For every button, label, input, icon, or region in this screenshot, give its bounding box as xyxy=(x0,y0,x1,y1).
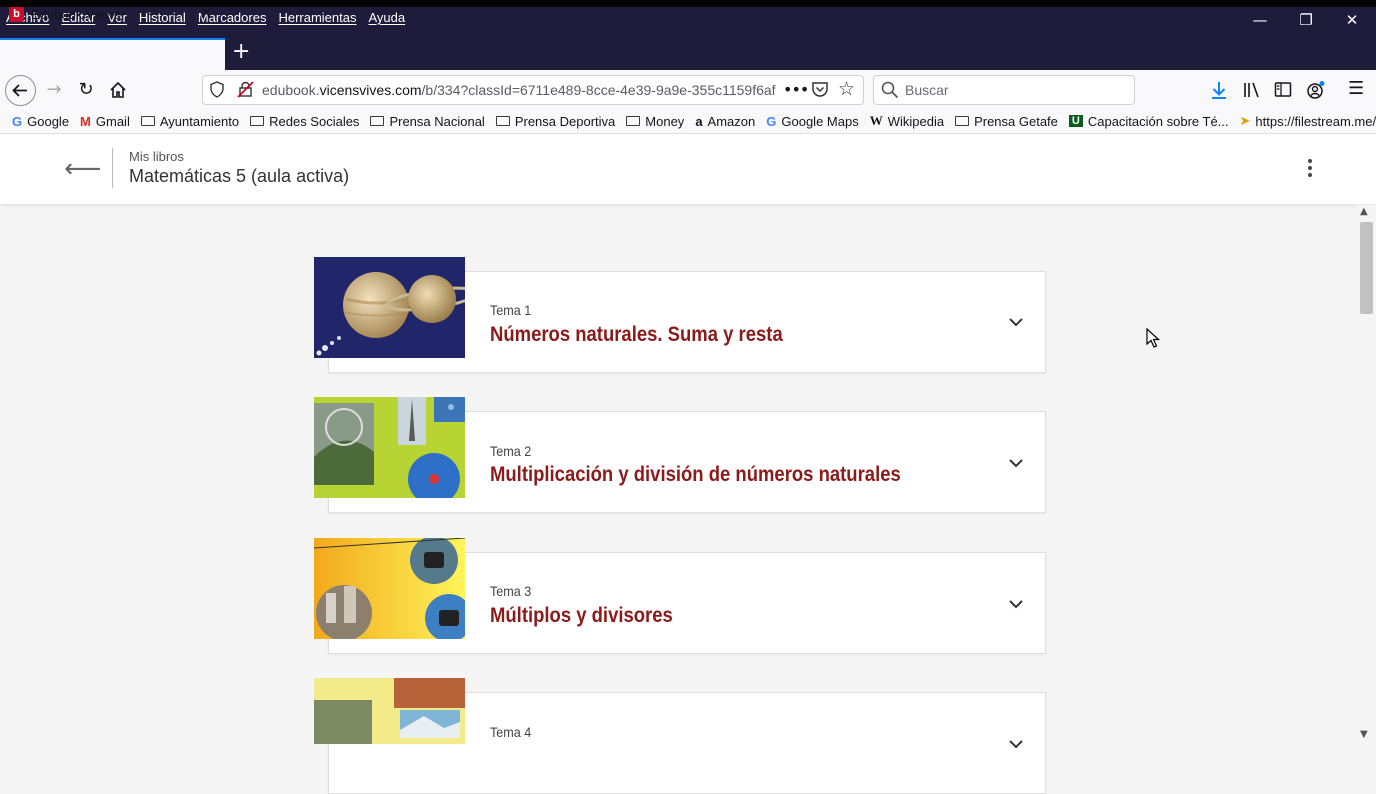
bookmark-redes-sociales[interactable]: Redes Sociales xyxy=(250,113,359,129)
google-icon: G xyxy=(766,113,777,129)
bookmark-label: Prensa Nacional xyxy=(389,113,485,129)
search-icon xyxy=(881,81,899,103)
bookmark-gmail[interactable]: M Gmail xyxy=(80,113,130,129)
chevron-down-icon[interactable] xyxy=(1008,596,1024,612)
restore-icon[interactable]: ❐ xyxy=(1292,9,1320,31)
reload-icon[interactable]: ↻ xyxy=(74,78,98,102)
chevron-down-icon[interactable] xyxy=(1008,455,1024,471)
bookmark-label: https://filestream.me/... xyxy=(1255,113,1376,129)
unit-thumbnail-planets xyxy=(314,257,465,358)
sidebar-icon[interactable] xyxy=(1274,81,1292,102)
menu-historial[interactable]: Historial xyxy=(139,10,186,25)
bookmark-capacitacion[interactable]: U Capacitación sobre Té... xyxy=(1068,113,1229,129)
bookmark-label: Capacitación sobre Té... xyxy=(1087,113,1229,129)
bookmark-label: Redes Sociales xyxy=(269,113,360,129)
forward-arrow-icon[interactable]: → xyxy=(42,78,66,102)
unit-label: Tema 1 xyxy=(490,302,532,318)
unit-thumbnail-cable-cars xyxy=(314,538,465,639)
unit-thumbnail-fair xyxy=(314,397,465,498)
chevron-down-icon[interactable] xyxy=(1008,736,1024,752)
amazon-icon: a xyxy=(695,113,703,129)
breadcrumb[interactable]: Mis libros xyxy=(129,149,184,164)
scroll-down-icon[interactable]: ▼ xyxy=(1360,729,1368,740)
page-title: Matemáticas 5 (aula activa) xyxy=(129,166,350,186)
unit-label: Tema 4 xyxy=(490,724,532,740)
unit-label: Tema 2 xyxy=(490,443,532,459)
bookmark-money[interactable]: Money xyxy=(626,113,684,129)
insecure-lock-icon[interactable] xyxy=(237,81,255,102)
bookmark-label: Google xyxy=(27,113,70,129)
shield-icon[interactable] xyxy=(209,81,225,102)
account-icon[interactable] xyxy=(1306,80,1326,104)
url-path: /b/334?classId=6711e489-8cce-4e39-9a9e-3… xyxy=(421,82,776,98)
bookmark-amazon[interactable]: a Amazon xyxy=(695,113,755,129)
tab-title: Edubook Viewer xyxy=(31,7,126,22)
bookmark-label: Amazon xyxy=(707,113,756,129)
folder-icon xyxy=(955,116,970,126)
bookmark-wikipedia[interactable]: W Wikipedia xyxy=(870,113,944,129)
google-icon: G xyxy=(12,113,23,129)
url-domain: vicensvives.com xyxy=(319,82,422,98)
menu-herramientas[interactable]: Herramientas xyxy=(278,10,356,25)
unit-title[interactable]: Números naturales. Suma y resta xyxy=(490,323,783,347)
header-divider xyxy=(112,148,113,188)
unit-label: Tema 3 xyxy=(490,583,532,599)
bookmark-ayuntamiento[interactable]: Ayuntamiento xyxy=(140,113,240,129)
gmail-icon: M xyxy=(80,113,91,129)
folder-icon xyxy=(370,116,385,126)
library-icon[interactable] xyxy=(1242,80,1262,104)
mouse-cursor-icon xyxy=(1146,328,1160,348)
minimize-icon[interactable]: — xyxy=(1246,9,1274,31)
back-arrow-icon[interactable]: ⟵ xyxy=(64,154,101,184)
folder-icon xyxy=(626,116,641,126)
bookmark-filestream[interactable]: ➤ https://filestream.me/... xyxy=(1240,113,1376,129)
folder-icon xyxy=(140,116,155,126)
bookmark-prensa-deportiva[interactable]: Prensa Deportiva xyxy=(495,113,616,129)
bookmark-prensa-getafe[interactable]: Prensa Getafe xyxy=(955,113,1058,129)
page-actions-icon[interactable]: ••• xyxy=(783,80,809,99)
back-button[interactable] xyxy=(5,75,36,106)
bookmark-label: Prensa Getafe xyxy=(974,113,1058,129)
folder-icon xyxy=(495,116,510,126)
downloads-icon[interactable] xyxy=(1210,80,1228,104)
filestream-icon: ➤ xyxy=(1239,113,1251,128)
new-tab-icon[interactable]: + xyxy=(232,39,250,64)
bookmark-google[interactable]: G Google xyxy=(12,113,69,129)
url-prefix: edubook. xyxy=(262,82,320,98)
favicon-icon: b xyxy=(9,7,24,22)
folder-icon xyxy=(250,116,265,126)
bookmark-label: Prensa Deportiva xyxy=(514,113,616,129)
home-icon[interactable] xyxy=(108,80,128,104)
bookmark-prensa-nacional[interactable]: Prensa Nacional xyxy=(370,113,485,129)
pocket-icon[interactable] xyxy=(811,81,829,102)
more-options-icon[interactable] xyxy=(1302,156,1318,184)
url-text[interactable]: edubook.vicensvives.com/b/334?classId=67… xyxy=(262,82,777,98)
menu-ayuda[interactable]: Ayuda xyxy=(368,10,405,25)
back-arrow-icon xyxy=(12,84,27,97)
bookmark-label: Google Maps xyxy=(781,113,859,129)
unit-thumbnail-landscape xyxy=(314,678,465,744)
bookmark-label: Wikipedia xyxy=(887,113,945,129)
scroll-up-icon[interactable]: ▲ xyxy=(1360,206,1368,217)
tab-edubook-viewer[interactable] xyxy=(0,38,225,70)
bookmarks-list: G Google M Gmail Ayuntamiento Redes Social… xyxy=(12,113,1376,129)
tab-close-icon[interactable]: ✕ xyxy=(199,4,213,24)
chevron-down-icon[interactable] xyxy=(1008,314,1024,330)
close-window-icon[interactable]: ✕ xyxy=(1338,9,1366,31)
u-logo-icon: U xyxy=(1068,115,1083,127)
unit-title[interactable]: Multiplicación y división de números nat… xyxy=(490,463,901,487)
bookmark-star-icon[interactable]: ☆ xyxy=(838,78,855,100)
scrollbar-thumb[interactable] xyxy=(1360,222,1373,314)
search-input[interactable]: Buscar xyxy=(905,82,949,98)
wikipedia-icon: W xyxy=(869,113,883,128)
bookmark-label: Ayuntamiento xyxy=(159,113,240,129)
unit-title[interactable]: Múltiplos y divisores xyxy=(490,604,673,628)
bookmark-label: Gmail xyxy=(95,113,130,129)
bookmark-label: Money xyxy=(645,113,685,129)
hamburger-menu-icon[interactable]: ☰ xyxy=(1348,78,1364,99)
bookmark-google-maps[interactable]: G Google Maps xyxy=(766,113,858,129)
